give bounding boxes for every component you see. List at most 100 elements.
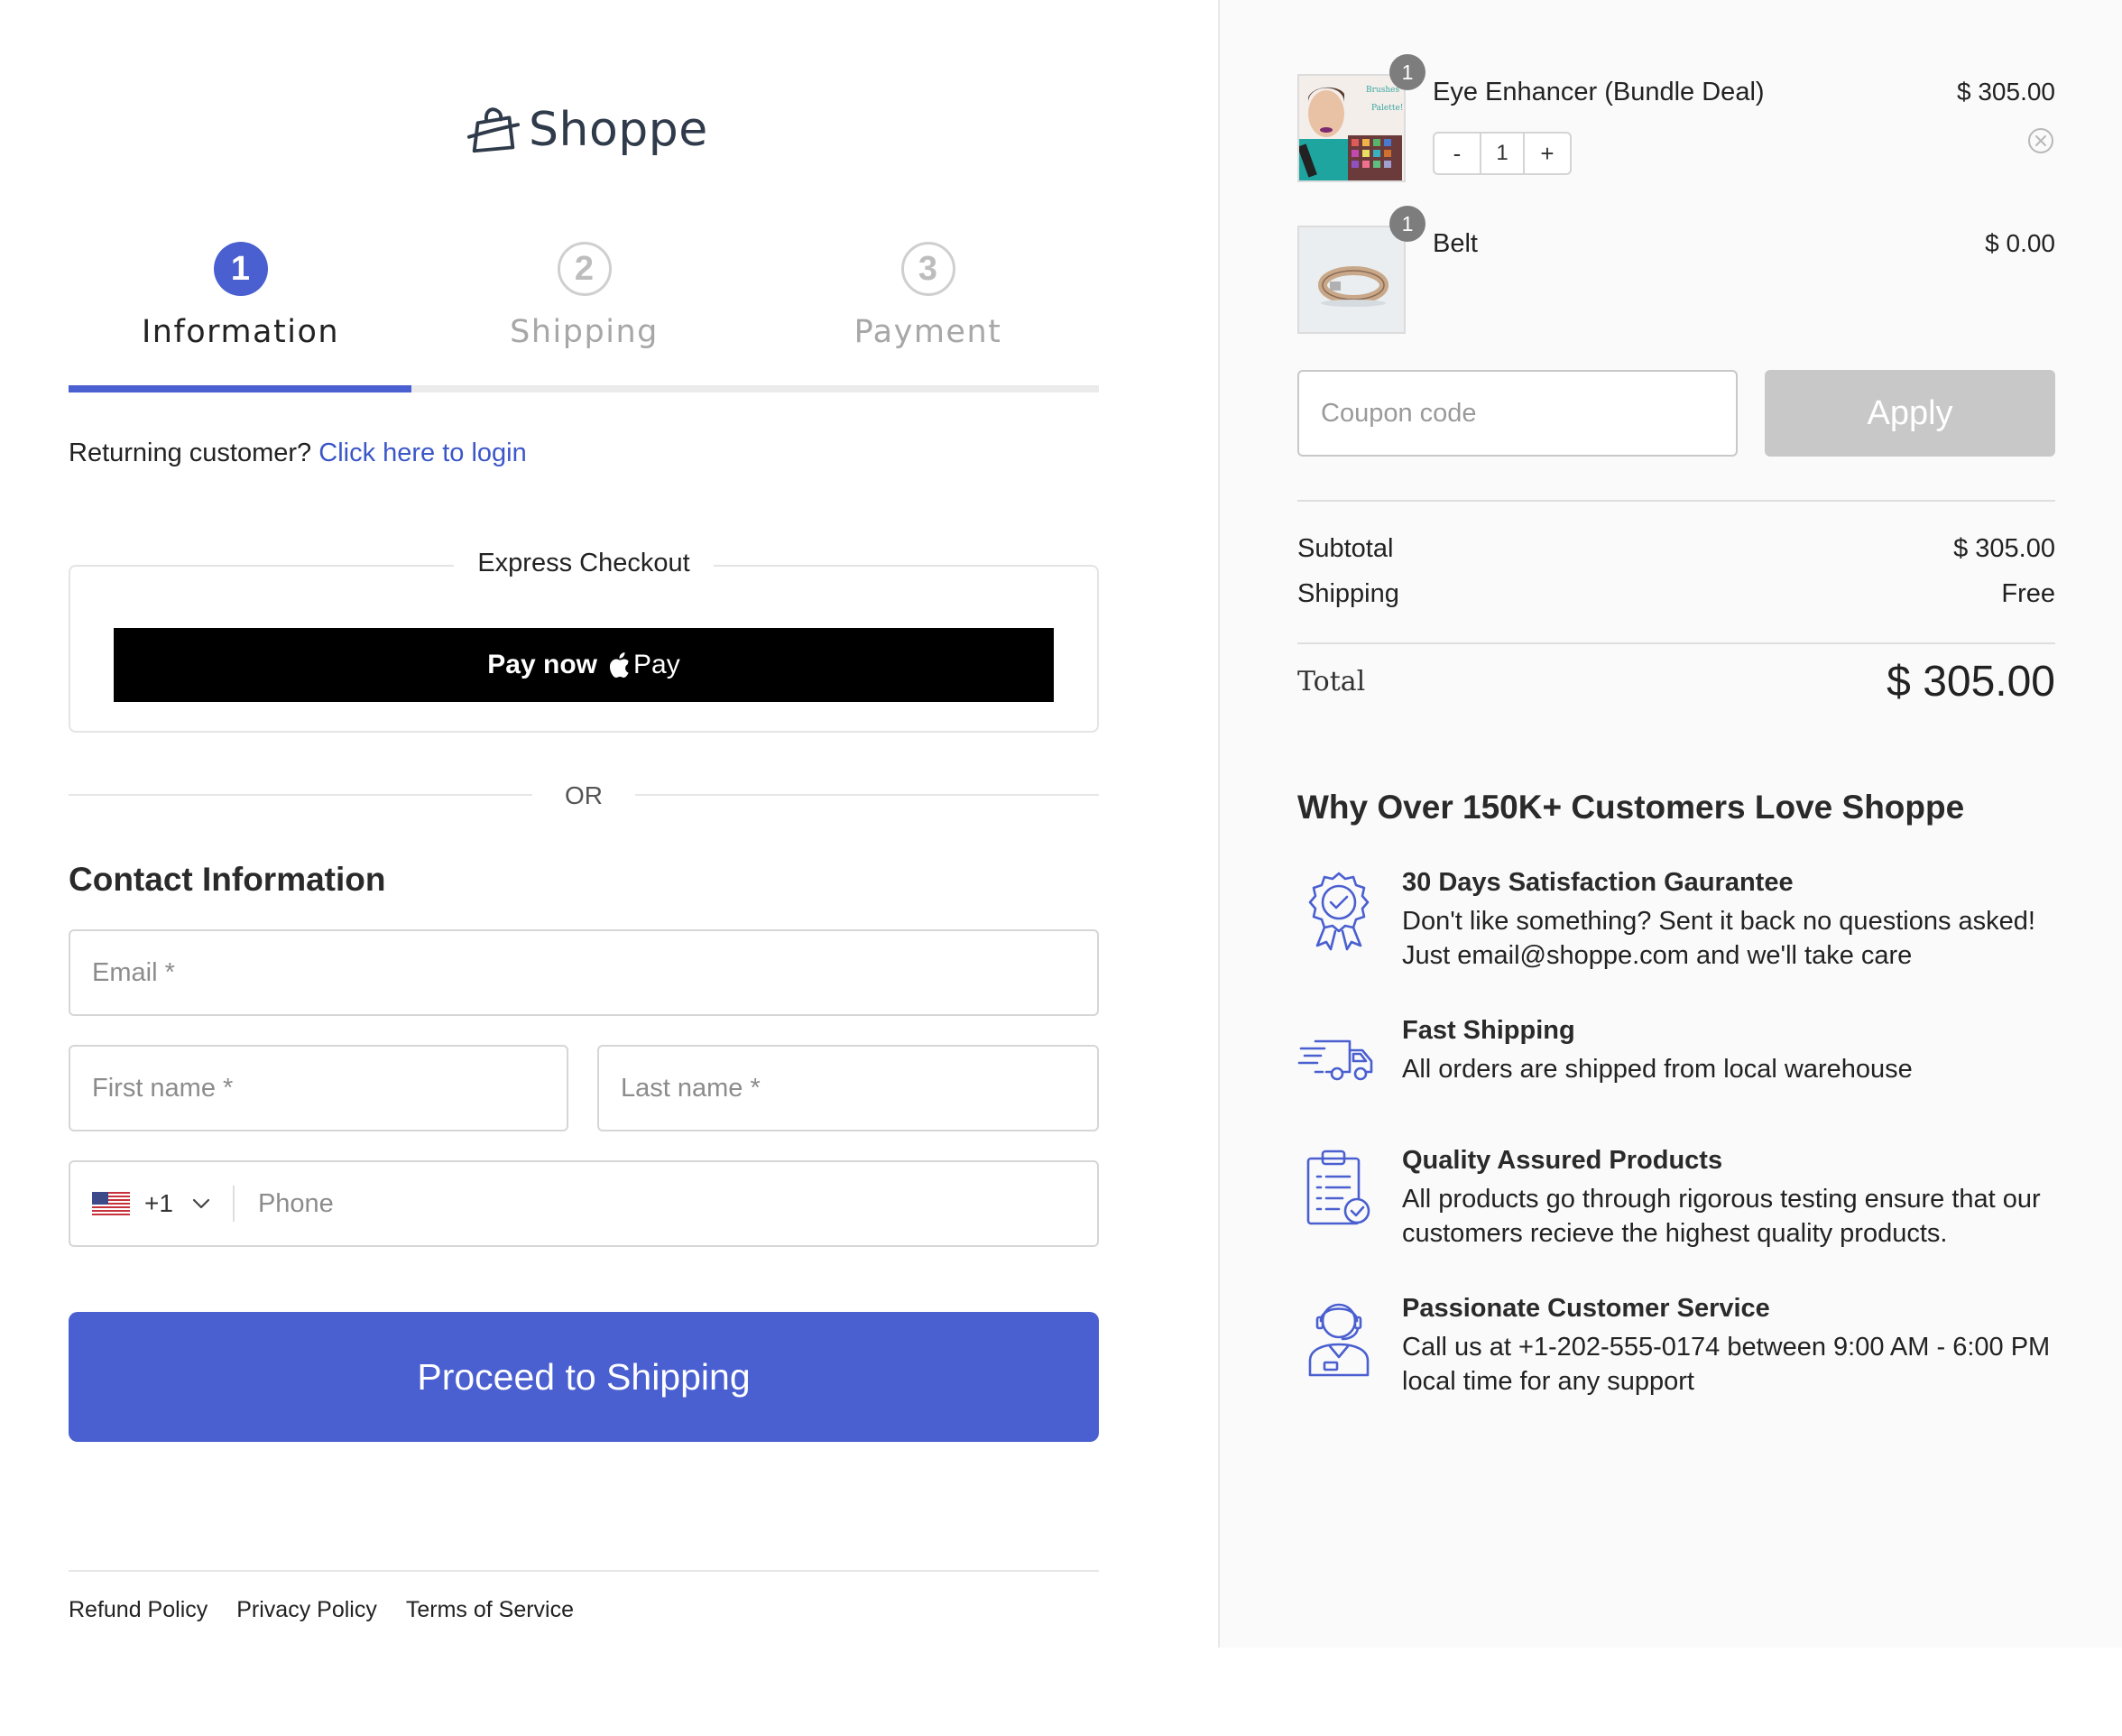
total-divider	[1297, 642, 2055, 644]
quantity-badge: 1	[1389, 54, 1425, 90]
login-link[interactable]: Click here to login	[318, 439, 527, 467]
quantity-value[interactable]: 1	[1480, 134, 1525, 173]
steps-progress-track	[69, 385, 1099, 392]
apple-icon	[610, 652, 629, 678]
total-value: $ 305.00	[1887, 658, 2055, 706]
benefit-item: 30 Days Satisfaction Gaurantee Don't lik…	[1297, 868, 2055, 976]
support-agent-icon	[1308, 1303, 1370, 1377]
dial-code: +1	[144, 1189, 173, 1217]
step-number: 3	[900, 242, 955, 296]
step-number: 1	[213, 242, 268, 296]
privacy-policy-link[interactable]: Privacy Policy	[236, 1597, 377, 1623]
refund-policy-link[interactable]: Refund Policy	[69, 1597, 208, 1623]
product-name: Eye Enhancer (Bundle Deal)	[1433, 78, 1765, 106]
checkout-form-panel: Shoppe 1 Information 2 Shipping 3 Paymen…	[0, 0, 1218, 1736]
or-divider-text: OR	[565, 781, 603, 809]
checkout-steps: 1 Information 2 Shipping 3 Payment	[69, 242, 1099, 395]
email-input[interactable]	[92, 957, 1097, 988]
quantity-badge: 1	[1389, 206, 1425, 242]
step-label: Information	[141, 314, 340, 350]
footer-divider	[69, 1570, 1099, 1572]
product-name: Belt	[1433, 229, 1478, 258]
product-price: $ 305.00	[1957, 78, 2055, 106]
step-label: Payment	[853, 314, 1002, 350]
brand-logo[interactable]: Shoppe	[466, 97, 708, 162]
remove-item-icon[interactable]	[2026, 126, 2055, 155]
total-row: Total $ 305.00	[1297, 657, 2055, 706]
product-price: $ 0.00	[1985, 229, 2055, 257]
benefit-item: Fast Shipping All orders are shipped fro…	[1297, 1016, 2055, 1106]
chevron-down-icon	[192, 1198, 210, 1209]
last-name-input[interactable]	[621, 1073, 1097, 1103]
cart-item: 1 Belt $ 0.00	[1297, 206, 2055, 334]
first-name-field[interactable]	[69, 1045, 568, 1131]
product-thumbnail[interactable]	[1297, 226, 1406, 334]
benefit-item: Passionate Customer Service Call us at +…	[1297, 1294, 2055, 1402]
apply-coupon-button[interactable]: Apply	[1765, 370, 2055, 457]
benefit-description: All products go through rigorous testing…	[1402, 1185, 2041, 1248]
phone-input[interactable]	[234, 1188, 1097, 1219]
belt-image	[1299, 227, 1404, 332]
shipping-value: Free	[2001, 579, 2055, 608]
contact-information-heading: Contact Information	[69, 861, 386, 898]
decrement-button[interactable]: -	[1435, 134, 1480, 173]
or-divider-left	[69, 794, 532, 796]
steps-progress-fill	[69, 385, 412, 392]
last-name-field[interactable]	[597, 1045, 1099, 1131]
benefit-title: Fast Shipping	[1402, 1016, 1575, 1045]
coupon-field[interactable]	[1297, 370, 1738, 457]
page-bottom-spacer	[1218, 1648, 2122, 1736]
step-payment[interactable]: 3 Payment	[756, 242, 1100, 350]
paynow-label: Pay now	[487, 650, 597, 679]
apple-pay-label: Pay	[633, 650, 680, 679]
returning-customer-prompt: Returning customer? Click here to login	[69, 439, 527, 468]
product-thumbnail[interactable]: Brushes Palette!	[1297, 74, 1406, 182]
step-information[interactable]: 1 Information	[69, 242, 412, 350]
step-number: 2	[557, 242, 612, 296]
benefit-title: 30 Days Satisfaction Gaurantee	[1402, 868, 1794, 897]
benefit-description: Call us at +1-202-555-0174 between 9:00 …	[1402, 1333, 2051, 1396]
footer-links: Refund Policy Privacy Policy Terms of Se…	[69, 1597, 574, 1623]
why-customers-heading: Why Over 150K+ Customers Love Shoppe	[1297, 789, 1965, 826]
quantity-stepper[interactable]: - 1 +	[1433, 132, 1572, 175]
benefit-title: Passionate Customer Service	[1402, 1294, 1770, 1323]
subtotal-row: Subtotal $ 305.00	[1297, 534, 2055, 564]
country-code-selector[interactable]: +1	[92, 1186, 235, 1222]
award-badge-icon	[1308, 872, 1370, 951]
brand-name: Shoppe	[529, 103, 708, 157]
benefit-item: Quality Assured Products All products go…	[1297, 1146, 2055, 1254]
or-divider-right	[635, 794, 1099, 796]
apple-pay-mark: Pay	[610, 650, 680, 680]
svg-text:Palette!: Palette!	[1371, 104, 1403, 113]
returning-text: Returning customer?	[69, 439, 312, 467]
step-shipping[interactable]: 2 Shipping	[412, 242, 756, 350]
cart-item: Brushes Palette! 1 Eye Enhancer (Bundle …	[1297, 54, 2055, 182]
coupon-input[interactable]	[1321, 398, 1736, 429]
shipping-row: Shipping Free	[1297, 579, 2055, 609]
step-label: Shipping	[510, 314, 659, 350]
us-flag-icon	[92, 1192, 130, 1215]
express-checkout-title: Express Checkout	[454, 549, 714, 577]
shopping-bag-logo-icon	[466, 107, 521, 153]
subtotal-value: $ 305.00	[1953, 534, 2055, 563]
email-field[interactable]	[69, 929, 1099, 1016]
summary-divider	[1297, 500, 2055, 502]
terms-of-service-link[interactable]: Terms of Service	[406, 1597, 574, 1623]
shipping-label: Shipping	[1297, 579, 1399, 608]
delivery-truck-icon	[1297, 1039, 1373, 1081]
clipboard-check-icon	[1306, 1150, 1370, 1225]
total-label: Total	[1297, 666, 1366, 697]
proceed-to-shipping-button[interactable]: Proceed to Shipping	[69, 1312, 1099, 1442]
express-checkout-legend: Express Checkout	[0, 549, 1167, 578]
benefit-title: Quality Assured Products	[1402, 1146, 1723, 1175]
apple-pay-button[interactable]: Pay now Pay	[114, 628, 1054, 702]
subtotal-label: Subtotal	[1297, 534, 1394, 563]
benefit-description: All orders are shipped from local wareho…	[1402, 1055, 1913, 1084]
svg-text:Brushes: Brushes	[1366, 86, 1399, 95]
order-summary-panel: Brushes Palette! 1 Eye Enhancer (Bundle …	[1218, 0, 2122, 1648]
first-name-input[interactable]	[92, 1073, 567, 1103]
eye-enhancer-image: Brushes Palette!	[1299, 76, 1404, 180]
phone-field[interactable]: +1	[69, 1160, 1099, 1247]
benefit-description: Don't like something? Sent it back no qu…	[1402, 907, 2035, 970]
increment-button[interactable]: +	[1525, 134, 1570, 173]
